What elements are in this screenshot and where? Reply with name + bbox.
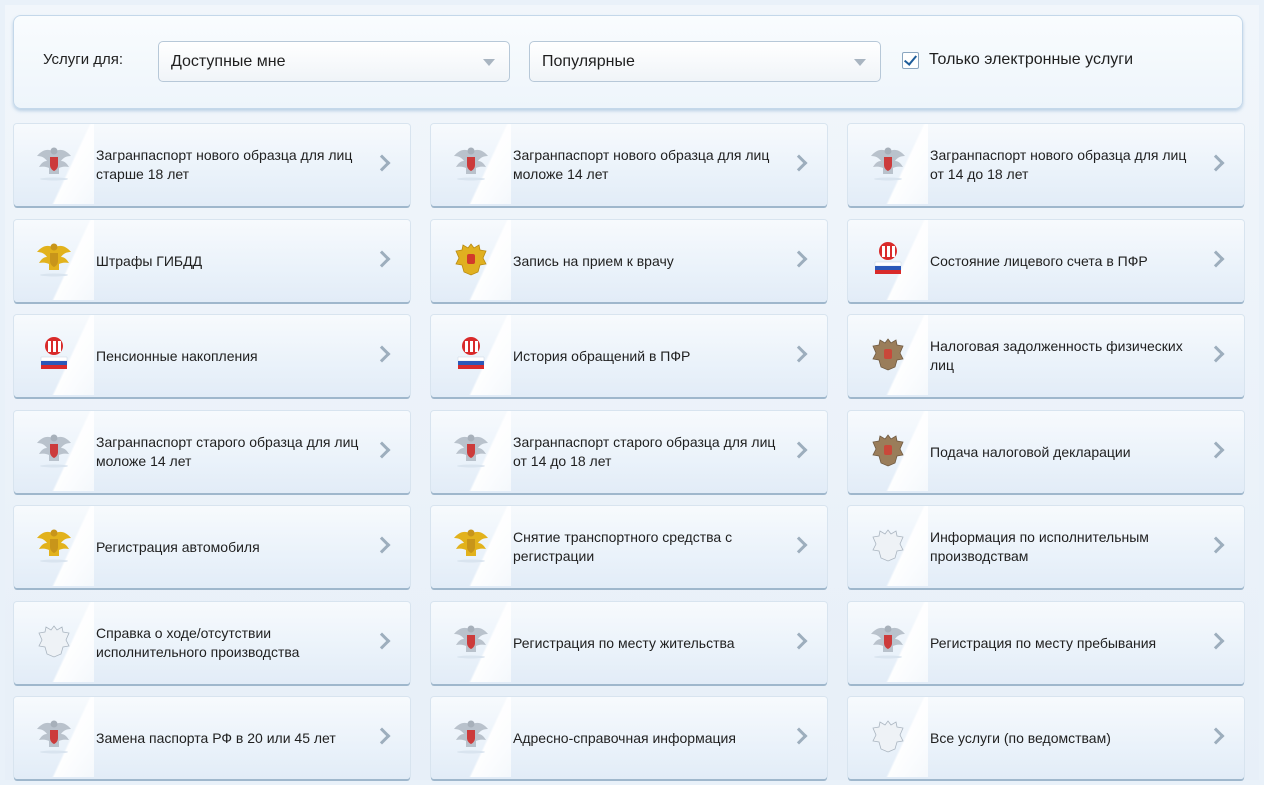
service-title: Адресно-справочная информация [513,729,736,746]
services-for-label: Услуги для: [43,51,124,68]
chevron-right-icon [790,727,808,745]
chevron-right-icon [790,345,808,363]
service-card[interactable]: Загранпаспорт нового образца для лиц от … [848,124,1244,206]
filter-panel: Услуги для: Доступные мне Популярные Тол… [13,15,1243,109]
checkmark-icon [903,52,918,66]
chevron-down-icon [483,59,495,66]
fssp-eagle-icon [14,602,94,682]
mvd-eagle-gray-icon [848,124,928,204]
service-title: Замена паспорта РФ в 20 или 45 лет [96,729,336,746]
service-card[interactable]: Регистрация по месту жительства [431,602,827,684]
chevron-right-icon [1207,345,1225,363]
service-title: Штрафы ГИБДД [96,252,203,269]
service-title: Загранпаспорт старого образца для лиц мо… [96,434,359,469]
service-title: Подача налоговой декларации [930,443,1131,460]
service-card[interactable]: Адресно-справочная информация [431,697,827,779]
chevron-right-icon [1207,154,1225,172]
service-title: Справка о ходе/отсутствии исполнительног… [96,625,300,660]
chevron-right-icon [1207,727,1225,745]
chevron-down-icon [854,59,866,66]
service-card[interactable]: Состояние лицевого счета в ПФР [848,220,1244,302]
fssp-eagle-icon [848,506,928,586]
chevron-right-icon [790,154,808,172]
service-card[interactable]: Штрафы ГИБДД [14,220,410,302]
service-card[interactable]: Замена паспорта РФ в 20 или 45 лет [14,697,410,779]
category-select-value: Популярные [542,53,635,70]
chevron-right-icon [373,441,391,459]
service-card[interactable]: Регистрация автомобиля [14,506,410,588]
mvd-eagle-gray-icon [14,697,94,777]
chevron-right-icon [373,727,391,745]
mvd-eagle-gray-icon [431,697,511,777]
service-title: Регистрация по месту жительства [513,634,735,651]
service-card[interactable]: Загранпаспорт старого образца для лиц от… [431,411,827,493]
chevron-right-icon [373,632,391,650]
service-title: Запись на прием к врачу [513,252,674,269]
service-title: Все услуги (по ведомствам) [930,729,1111,746]
chevron-right-icon [1207,250,1225,268]
electronic-only-label[interactable]: Только электронные услуги [929,51,1133,69]
russian-coat-of-arms-icon [431,220,511,300]
pfr-logo-icon [14,315,94,395]
chevron-right-icon [790,632,808,650]
mvd-eagle-gray-icon [431,124,511,204]
chevron-right-icon [1207,441,1225,459]
service-title: Загранпаспорт нового образца для лиц мол… [513,147,770,182]
fns-eagle-icon [848,411,928,491]
mvd-eagle-gold-icon [431,506,511,586]
mvd-eagle-gray-icon [848,602,928,682]
chevron-right-icon [790,441,808,459]
chevron-right-icon [373,154,391,172]
service-card[interactable]: Пенсионные накопления [14,315,410,397]
service-title: Регистрация автомобиля [96,538,260,555]
chevron-right-icon [1207,632,1225,650]
mvd-eagle-gray-icon [431,602,511,682]
chevron-right-icon [373,536,391,554]
service-title: Информация по исполнительным производств… [930,529,1149,564]
chevron-right-icon [790,536,808,554]
mvd-eagle-gray-icon [14,411,94,491]
fns-eagle-icon [848,315,928,395]
mvd-eagle-gray-icon [14,124,94,204]
service-card[interactable]: Загранпаспорт нового образца для лиц ста… [14,124,410,206]
service-title: Состояние лицевого счета в ПФР [930,252,1148,269]
service-card[interactable]: Налоговая задолженность физических лиц [848,315,1244,397]
mvd-eagle-gold-icon [14,220,94,300]
service-card[interactable]: Загранпаспорт старого образца для лиц мо… [14,411,410,493]
service-card[interactable]: Информация по исполнительным производств… [848,506,1244,588]
service-card[interactable]: Запись на прием к врачу [431,220,827,302]
service-card[interactable]: Справка о ходе/отсутствии исполнительног… [14,602,410,684]
mvd-eagle-gray-icon [431,411,511,491]
service-title: Загранпаспорт нового образца для лиц ста… [96,147,353,182]
service-card[interactable]: Все услуги (по ведомствам) [848,697,1244,779]
service-card[interactable]: Снятие транспортного средства с регистра… [431,506,827,588]
chevron-right-icon [1207,536,1225,554]
mvd-eagle-gold-icon [14,506,94,586]
service-title: Загранпаспорт старого образца для лиц от… [513,434,776,469]
category-select[interactable]: Популярные [529,41,881,82]
chevron-right-icon [790,250,808,268]
fssp-eagle-icon [848,697,928,777]
electronic-only-checkbox[interactable] [902,52,919,69]
service-card[interactable]: Подача налоговой декларации [848,411,1244,493]
chevron-right-icon [373,250,391,268]
pfr-logo-icon [848,220,928,300]
service-title: Загранпаспорт нового образца для лиц от … [930,147,1187,182]
service-title: Пенсионные накопления [96,347,258,364]
service-title: История обращений в ПФР [513,347,691,364]
service-card[interactable]: Загранпаспорт нового образца для лиц мол… [431,124,827,206]
service-title: Регистрация по месту пребывания [930,634,1157,651]
service-card[interactable]: История обращений в ПФР [431,315,827,397]
service-title: Налоговая задолженность физических лиц [930,338,1183,373]
chevron-right-icon [373,345,391,363]
pfr-logo-icon [431,315,511,395]
service-title: Снятие транспортного средства с регистра… [513,529,733,564]
service-card[interactable]: Регистрация по месту пребывания [848,602,1244,684]
audience-select-value: Доступные мне [171,53,286,70]
audience-select[interactable]: Доступные мне [158,41,510,82]
